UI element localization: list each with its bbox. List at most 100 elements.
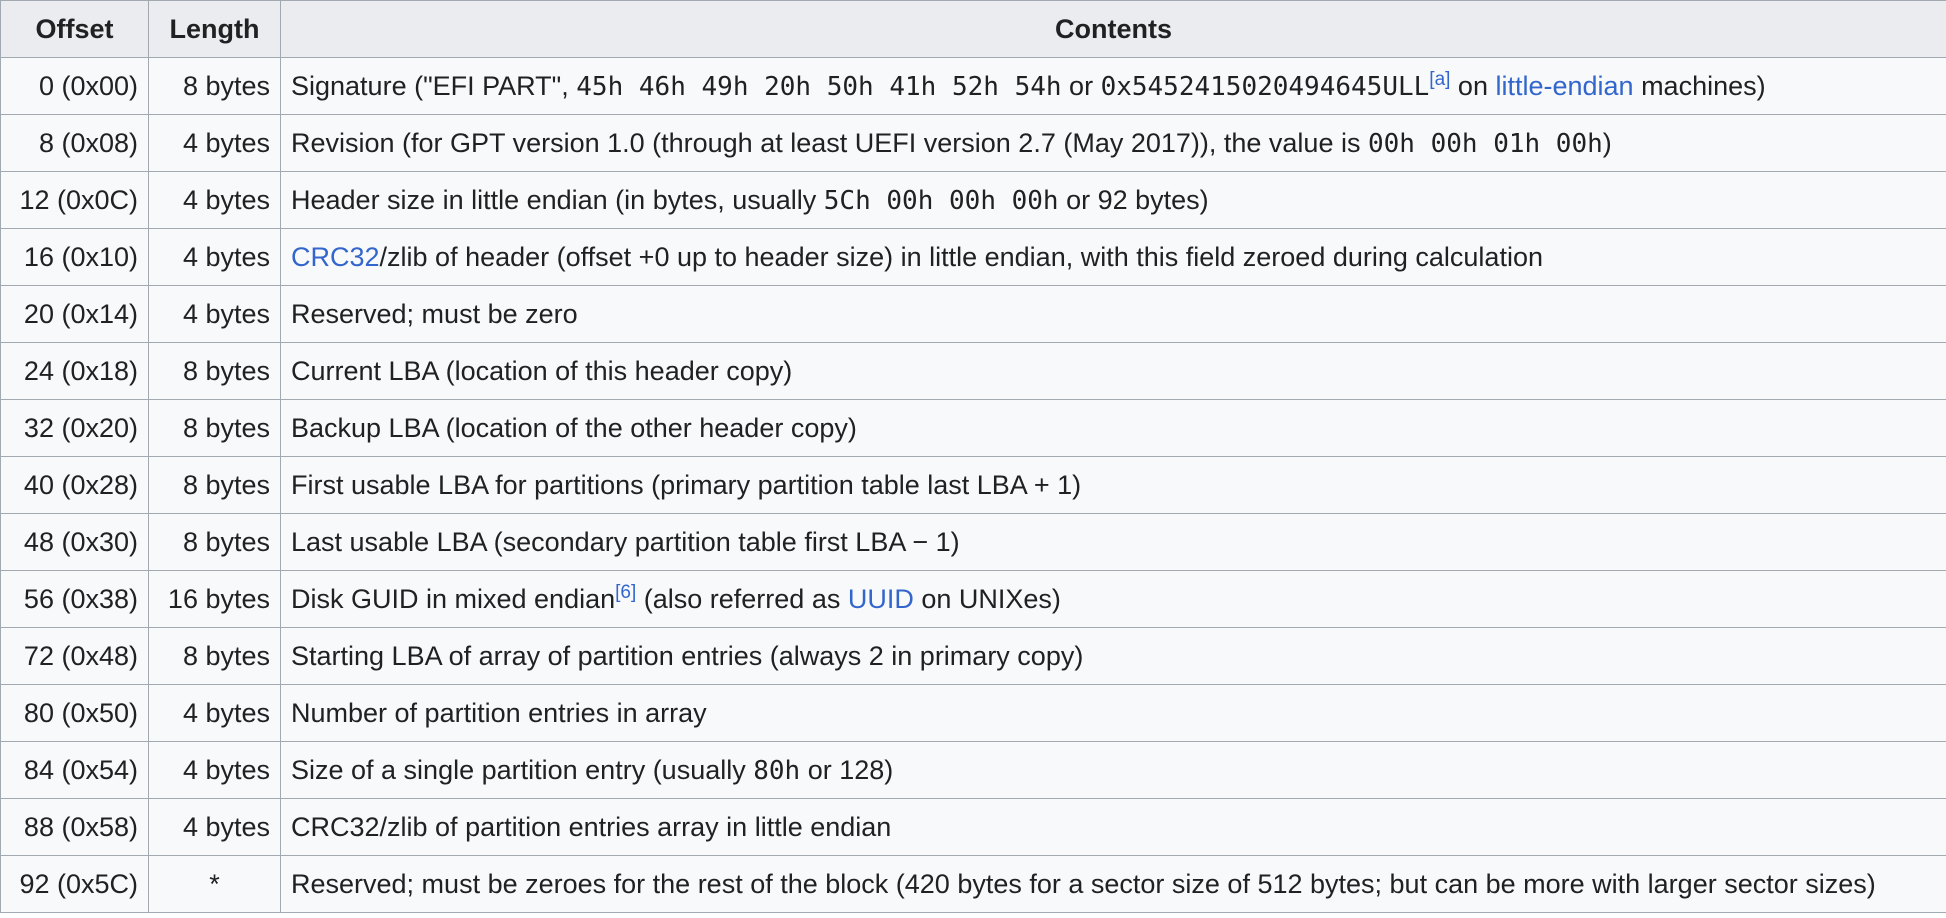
length-cell: 4 bytes bbox=[148, 114, 281, 172]
length-cell: 8 bytes bbox=[148, 513, 281, 571]
footnote-reference-link[interactable]: [6] bbox=[615, 582, 636, 603]
column-header-contents[interactable]: Contents bbox=[280, 0, 1946, 58]
table-header-row: Offset Length Contents bbox=[0, 0, 1946, 58]
table-row: 92 (0x5C) * Reserved; must be zeroes for t… bbox=[0, 855, 1946, 913]
contents-cell: CRC32/zlib of partition entries array in… bbox=[280, 798, 1946, 856]
contents-cell: Backup LBA (location of the other header… bbox=[280, 399, 1946, 457]
length-cell: * bbox=[148, 855, 281, 913]
offset-cell: 24 (0x18) bbox=[0, 342, 149, 400]
length-cell: 8 bytes bbox=[148, 342, 281, 400]
code-value: 45h 46h 49h 20h 50h 41h 52h 54h bbox=[576, 71, 1062, 102]
footnote-reference: [6] bbox=[615, 582, 636, 603]
contents-text: or 92 bytes) bbox=[1058, 184, 1209, 215]
code-value: 5Ch 00h 00h 00h bbox=[823, 185, 1059, 216]
contents-cell: Signature ("EFI PART", 45h 46h 49h 20h 5… bbox=[280, 57, 1946, 115]
contents-text: or 128) bbox=[800, 754, 894, 785]
contents-text: Reserved; must be zero bbox=[291, 298, 578, 329]
contents-text: CRC32/zlib of partition entries array in… bbox=[291, 811, 892, 842]
table-row: 48 (0x30) 8 bytes Last usable LBA (seconda… bbox=[0, 513, 1946, 571]
table-row: 16 (0x10) 4 bytes CRC32/zlib of header (of… bbox=[0, 228, 1946, 286]
contents-cell: Revision (for GPT version 1.0 (through a… bbox=[280, 114, 1946, 172]
footnote-reference: [a] bbox=[1429, 69, 1450, 90]
contents-text: Revision (for GPT version 1.0 (through a… bbox=[291, 127, 1368, 158]
offset-cell: 80 (0x50) bbox=[0, 684, 149, 742]
table-row: 56 (0x38) 16 bytes Disk GUID in mixed endi… bbox=[0, 570, 1946, 628]
length-cell: 8 bytes bbox=[148, 399, 281, 457]
offset-cell: 8 (0x08) bbox=[0, 114, 149, 172]
contents-text: Signature ("EFI PART", bbox=[291, 70, 577, 101]
wiki-link[interactable]: little-endian bbox=[1495, 71, 1633, 101]
table-body: 0 (0x00) 8 bytes Signature ("EFI PART", 45… bbox=[0, 57, 1946, 913]
length-cell: 4 bytes bbox=[148, 684, 281, 742]
contents-cell: CRC32/zlib of header (offset +0 up to he… bbox=[280, 228, 1946, 286]
table-row: 40 (0x28) 8 bytes First usable LBA for par… bbox=[0, 456, 1946, 514]
contents-text: Reserved; must be zeroes for the rest of… bbox=[291, 868, 1876, 899]
contents-text: /zlib of header (offset +0 up to header … bbox=[379, 241, 1543, 272]
contents-text: Disk GUID in mixed endian bbox=[291, 583, 616, 614]
contents-text: Last usable LBA (secondary partition tab… bbox=[291, 526, 960, 557]
contents-text: (also referred as bbox=[636, 583, 848, 614]
contents-text: Size of a single partition entry (usuall… bbox=[291, 754, 754, 785]
wiki-link[interactable]: CRC32 bbox=[291, 242, 380, 272]
contents-text: on bbox=[1450, 70, 1496, 101]
table-row: 24 (0x18) 8 bytes Current LBA (location of… bbox=[0, 342, 1946, 400]
wiki-link[interactable]: UUID bbox=[848, 584, 914, 614]
contents-text: Starting LBA of array of partition entri… bbox=[291, 640, 1084, 671]
gpt-header-table: Offset Length Contents 0 (0x00) 8 bytes Si… bbox=[0, 0, 1946, 913]
contents-cell: First usable LBA for partitions (primary… bbox=[280, 456, 1946, 514]
contents-cell: Size of a single partition entry (usuall… bbox=[280, 741, 1946, 799]
offset-cell: 0 (0x00) bbox=[0, 57, 149, 115]
contents-text: Current LBA (location of this header cop… bbox=[291, 355, 793, 386]
offset-cell: 92 (0x5C) bbox=[0, 855, 149, 913]
offset-cell: 72 (0x48) bbox=[0, 627, 149, 685]
contents-text: machines) bbox=[1633, 70, 1766, 101]
contents-cell: Last usable LBA (secondary partition tab… bbox=[280, 513, 1946, 571]
code-value: 00h 00h 01h 00h bbox=[1367, 128, 1603, 159]
offset-cell: 84 (0x54) bbox=[0, 741, 149, 799]
contents-text: Backup LBA (location of the other header… bbox=[291, 412, 857, 443]
offset-cell: 56 (0x38) bbox=[0, 570, 149, 628]
table-row: 0 (0x00) 8 bytes Signature ("EFI PART", 45… bbox=[0, 57, 1946, 115]
contents-cell: Header size in little endian (in bytes, … bbox=[280, 171, 1946, 229]
offset-cell: 32 (0x20) bbox=[0, 399, 149, 457]
code-value: 80h bbox=[753, 755, 801, 786]
code-value: 0x5452415020494645ULL bbox=[1100, 71, 1430, 102]
contents-cell: Reserved; must be zero bbox=[280, 285, 1946, 343]
column-header-length[interactable]: Length bbox=[148, 0, 281, 58]
contents-text: First usable LBA for partitions (primary… bbox=[291, 469, 1082, 500]
length-cell: 4 bytes bbox=[148, 228, 281, 286]
length-cell: 8 bytes bbox=[148, 57, 281, 115]
length-cell: 8 bytes bbox=[148, 456, 281, 514]
contents-cell: Current LBA (location of this header cop… bbox=[280, 342, 1946, 400]
column-header-offset[interactable]: Offset bbox=[0, 0, 149, 58]
offset-cell: 16 (0x10) bbox=[0, 228, 149, 286]
length-cell: 16 bytes bbox=[148, 570, 281, 628]
offset-cell: 48 (0x30) bbox=[0, 513, 149, 571]
offset-cell: 20 (0x14) bbox=[0, 285, 149, 343]
contents-cell: Starting LBA of array of partition entri… bbox=[280, 627, 1946, 685]
contents-text: on UNIXes) bbox=[913, 583, 1061, 614]
contents-cell: Reserved; must be zeroes for the rest of… bbox=[280, 855, 1946, 913]
length-cell: 4 bytes bbox=[148, 285, 281, 343]
contents-text: Header size in little endian (in bytes, … bbox=[291, 184, 824, 215]
footnote-reference-link[interactable]: [a] bbox=[1429, 69, 1450, 90]
offset-cell: 12 (0x0C) bbox=[0, 171, 149, 229]
contents-text: ) bbox=[1602, 127, 1612, 158]
offset-cell: 88 (0x58) bbox=[0, 798, 149, 856]
length-cell: 4 bytes bbox=[148, 798, 281, 856]
table-row: 80 (0x50) 4 bytes Number of partition entr… bbox=[0, 684, 1946, 742]
table-row: 72 (0x48) 8 bytes Starting LBA of array of… bbox=[0, 627, 1946, 685]
contents-text: or bbox=[1061, 70, 1101, 101]
table-row: 88 (0x58) 4 bytes CRC32/zlib of partition … bbox=[0, 798, 1946, 856]
table-row: 84 (0x54) 4 bytes Size of a single partiti… bbox=[0, 741, 1946, 799]
contents-text: Number of partition entries in array bbox=[291, 697, 707, 728]
offset-cell: 40 (0x28) bbox=[0, 456, 149, 514]
contents-cell: Number of partition entries in array bbox=[280, 684, 1946, 742]
length-cell: 4 bytes bbox=[148, 741, 281, 799]
length-cell: 8 bytes bbox=[148, 627, 281, 685]
contents-cell: Disk GUID in mixed endian[6] (also refer… bbox=[280, 570, 1946, 628]
table-row: 8 (0x08) 4 bytes Revision (for GPT version… bbox=[0, 114, 1946, 172]
table-row: 32 (0x20) 8 bytes Backup LBA (location of … bbox=[0, 399, 1946, 457]
length-cell: 4 bytes bbox=[148, 171, 281, 229]
table-row: 20 (0x14) 4 bytes Reserved; must be zero bbox=[0, 285, 1946, 343]
